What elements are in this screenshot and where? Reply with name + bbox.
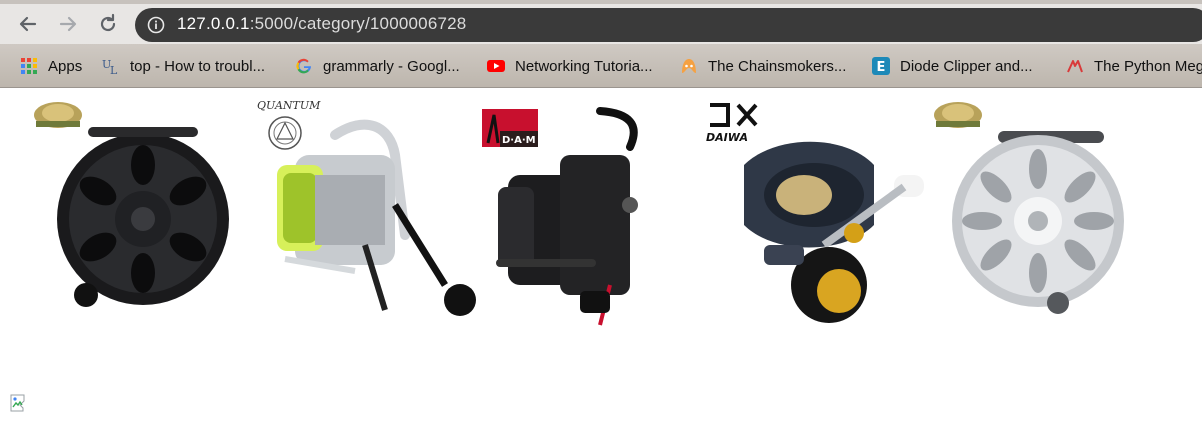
quantum-spinning-reel-image: QUANTUM [257, 99, 476, 316]
forward-button[interactable] [56, 12, 80, 36]
broken-image-icon [10, 394, 25, 412]
svg-text:D·A·M: D·A·M [502, 135, 536, 146]
bookmark-label: The Python Meg [1094, 57, 1202, 75]
svg-text:QUANTUM: QUANTUM [257, 99, 321, 112]
product-silver-fly-reel[interactable] [928, 95, 1154, 327]
bookmark-diode-clipper[interactable]: E Diode Clipper and... [872, 54, 1033, 78]
url-text[interactable]: 127.0.0.1:5000/category/1000006728 [177, 14, 466, 34]
reload-button[interactable] [96, 12, 120, 36]
apps-grid-icon [21, 58, 37, 74]
svg-text:E: E [877, 60, 886, 75]
chainsmokers-icon [682, 59, 696, 73]
bookmark-networking-tutorial[interactable]: Networking Tutoria... [487, 54, 653, 78]
youtube-icon [487, 60, 505, 72]
back-button[interactable] [16, 12, 40, 36]
browser-toolbar: 127.0.0.1:5000/category/1000006728 [0, 0, 1202, 48]
owl-brand-logo [34, 102, 82, 128]
url-path: :5000/category/1000006728 [249, 14, 467, 33]
unix-linux-icon: U L [102, 58, 118, 75]
site-info-icon[interactable] [147, 16, 165, 34]
daiwa-brand-logo: DAIWA [706, 103, 758, 144]
url-host: 127.0.0.1 [177, 14, 250, 33]
bookmark-grammarly[interactable]: grammarly - Googl... [295, 54, 460, 78]
bookmark-label: Apps [48, 57, 83, 75]
black-fly-reel-image [34, 102, 229, 307]
window-top-stripe [0, 0, 1202, 4]
e-icon: E [872, 57, 890, 75]
forward-arrow-icon [59, 16, 77, 32]
dam-spinning-reel-image: D·A·M [482, 107, 638, 326]
bookmark-label: The Chainsmokers... [708, 57, 847, 75]
bookmark-chainsmokers[interactable]: The Chainsmokers... [680, 54, 846, 78]
owl-brand-logo [934, 102, 982, 128]
python-mega-icon [1067, 60, 1083, 73]
svg-text:DAIWA: DAIWA [706, 131, 748, 144]
category-page: QUANTUM D·A·M DAIWA [0, 89, 1202, 426]
bookmark-label: grammarly - Googl... [323, 57, 460, 75]
product-dam-spinning-reel[interactable]: D·A·M [480, 95, 706, 327]
back-arrow-icon [19, 16, 37, 32]
address-bar[interactable]: 127.0.0.1:5000/category/1000006728 [135, 8, 1202, 42]
reload-icon [100, 13, 116, 32]
bookmark-apps[interactable]: Apps [20, 54, 82, 78]
silver-fly-reel-image [934, 102, 1124, 314]
bookmark-label: Networking Tutoria... [515, 57, 653, 75]
dam-brand-logo: D·A·M [482, 109, 538, 147]
quantum-brand-logo: QUANTUM [257, 99, 321, 150]
svg-text:L: L [110, 64, 118, 75]
bookmark-top-troubleshoot[interactable]: U L top - How to troubl... [102, 54, 265, 78]
product-black-fly-reel[interactable] [28, 95, 254, 327]
google-icon [296, 58, 312, 74]
bookmark-label: top - How to troubl... [130, 57, 266, 75]
bookmark-python-mega[interactable]: The Python Meg [1066, 54, 1202, 78]
product-daiwa-baitcast-reel[interactable]: DAIWA [704, 95, 930, 327]
bookmark-label: Diode Clipper and... [900, 57, 1033, 75]
product-quantum-spinning-reel[interactable]: QUANTUM [255, 95, 481, 327]
bookmarks-bar: Apps U L top - How to troubl... grammarl… [0, 44, 1202, 88]
daiwa-baitcast-reel-image: DAIWA [706, 103, 924, 323]
